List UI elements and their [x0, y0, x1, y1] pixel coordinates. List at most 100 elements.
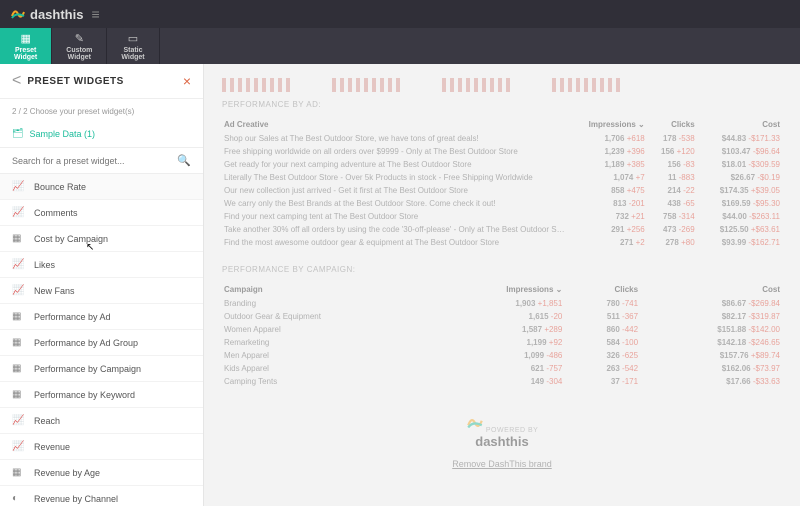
tab-static-widget[interactable]: ▭ StaticWidget	[107, 28, 159, 64]
search-icon[interactable]: 🔍	[177, 154, 191, 167]
row-clicks: 178 -538	[647, 132, 697, 145]
breadcrumb: 2 / 2 Choose your preset widget(s)	[0, 99, 203, 124]
table-row: Remarketing1,199 +92584 -100$142.18 -$24…	[222, 336, 782, 349]
remove-brand-link[interactable]: Remove DashThis brand	[452, 459, 552, 469]
row-clicks: 11 -883	[647, 171, 697, 184]
powered-by-label: POWERED BY	[486, 427, 538, 434]
row-cost: $157.76 +$89.74	[640, 349, 782, 362]
table-row: Get ready for your next camping adventur…	[222, 158, 782, 171]
sample-data-row[interactable]: 🗂 Sample Data (1)	[0, 124, 203, 148]
row-clicks: 278 +80	[647, 236, 697, 249]
row-cost: $93.99 -$162.71	[697, 236, 782, 249]
table-row: Camping Tents149 -30437 -171$17.66 -$33.…	[222, 375, 782, 388]
footer: POWERED BY dashthis Remove DashThis bran…	[222, 414, 782, 469]
widget-item[interactable]: 📈 Revenue	[0, 434, 203, 460]
widget-item[interactable]: 📈New Fans	[0, 278, 203, 304]
row-clicks: 326 -625	[564, 349, 640, 362]
widget-item[interactable]: ▦Cost by Campaign	[0, 226, 203, 252]
menu-icon[interactable]: ≡	[91, 6, 99, 22]
row-clicks: 860 -442	[564, 323, 640, 336]
row-name: Literally The Best Outdoor Store - Over …	[222, 171, 567, 184]
widget-item-label: Revenue	[34, 442, 70, 452]
row-cost: $151.88 -$142.00	[640, 323, 782, 336]
widget-item-label: Performance by Keyword	[34, 390, 135, 400]
grid-icon: ▦	[12, 233, 26, 244]
widget-list: 📈Bounce Rate📈Comments▦Cost by Campaign📈L…	[0, 174, 203, 506]
row-clicks: 37 -171	[564, 375, 640, 388]
row-clicks: 214 -22	[647, 184, 697, 197]
row-clicks: 758 -314	[647, 210, 697, 223]
row-impressions: 291 +256	[567, 223, 647, 236]
row-impressions: 858 +475	[567, 184, 647, 197]
table-row: Literally The Best Outdoor Store - Over …	[222, 171, 782, 184]
table-row: Shop our Sales at The Best Outdoor Store…	[222, 132, 782, 145]
row-name: Find your next camping tent at The Best …	[222, 210, 567, 223]
search-input[interactable]	[12, 156, 177, 166]
widget-item[interactable]: 📈Likes	[0, 252, 203, 278]
row-clicks: 511 -367	[564, 310, 640, 323]
row-cost: $18.01 -$309.59	[697, 158, 782, 171]
widget-item[interactable]: ▦ Revenue by Age	[0, 460, 203, 486]
row-cost: $103.47 -$96.64	[697, 145, 782, 158]
row-impressions: 149 -304	[437, 375, 565, 388]
widget-item-label: Bounce Rate	[34, 182, 86, 192]
col-impressions[interactable]: Impressions ⌄	[437, 282, 565, 297]
footer-logo-icon	[466, 414, 484, 432]
widget-item[interactable]: 📈Reach	[0, 408, 203, 434]
widget-item-label: Revenue by Channel	[34, 494, 118, 504]
section-ad-title: PERFORMANCE BY AD:	[222, 100, 782, 109]
col-impressions[interactable]: Impressions ⌄	[567, 117, 647, 132]
col-cost[interactable]: Cost	[697, 117, 782, 132]
row-name: Kids Apparel	[222, 362, 437, 375]
logo-mark-icon	[10, 6, 26, 22]
row-clicks: 156 +120	[647, 145, 697, 158]
col-cost[interactable]: Cost	[640, 282, 782, 297]
back-icon[interactable]: <	[12, 72, 21, 90]
widget-item[interactable]: ◐Revenue by Channel	[0, 486, 203, 506]
performance-by-ad-table: Ad Creative Impressions ⌄ Clicks Cost Sh…	[222, 117, 782, 249]
widget-item[interactable]: 📈Comments	[0, 200, 203, 226]
row-clicks: 438 -65	[647, 197, 697, 210]
row-name: We carry only the Best Brands at the Bes…	[222, 197, 567, 210]
tab-preset-widget[interactable]: ▦ PresetWidget	[0, 28, 52, 64]
widget-tab-bar: ▦ PresetWidget ✎ CustomWidget ▭ StaticWi…	[0, 28, 800, 64]
row-name: Shop our Sales at The Best Outdoor Store…	[222, 132, 567, 145]
row-cost: $142.18 -$246.65	[640, 336, 782, 349]
col-clicks[interactable]: Clicks	[564, 282, 640, 297]
table-row: Women Apparel1,587 +289860 -442$151.88 -…	[222, 323, 782, 336]
row-impressions: 1,199 +92	[437, 336, 565, 349]
row-name: Outdoor Gear & Equipment	[222, 310, 437, 323]
table-row: Find your next camping tent at The Best …	[222, 210, 782, 223]
widget-item[interactable]: ▦Performance by Ad	[0, 304, 203, 330]
widget-item[interactable]: 📈Bounce Rate	[0, 174, 203, 200]
widget-item[interactable]: ▦Performance by Campaign	[0, 356, 203, 382]
col-clicks[interactable]: Clicks	[647, 117, 697, 132]
section-campaign-title: PERFORMANCE BY CAMPAIGN:	[222, 265, 782, 274]
row-name: Camping Tents	[222, 375, 437, 388]
table-row: Free shipping worldwide on all orders ov…	[222, 145, 782, 158]
row-name: Take another 30% off all orders by using…	[222, 223, 567, 236]
grid-icon: ▦	[12, 467, 26, 478]
row-name: Our new collection just arrived - Get it…	[222, 184, 567, 197]
table-row: Men Apparel1,099 -486326 -625$157.76 +$8…	[222, 349, 782, 362]
row-cost: $86.67 -$269.84	[640, 297, 782, 310]
widget-item[interactable]: ▦ Performance by Keyword	[0, 382, 203, 408]
close-icon[interactable]: ×	[183, 73, 191, 89]
row-impressions: 1,587 +289	[437, 323, 565, 336]
widget-item-label: Revenue by Age	[34, 468, 100, 478]
row-name: Men Apparel	[222, 349, 437, 362]
widget-item[interactable]: ▦Performance by Ad Group	[0, 330, 203, 356]
performance-by-campaign-table: Campaign Impressions ⌄ Clicks Cost Brand…	[222, 282, 782, 388]
grid-icon: ▦	[12, 389, 26, 400]
preset-widgets-panel: < PRESET WIDGETS × 2 / 2 Choose your pre…	[0, 64, 204, 506]
row-name: Branding	[222, 297, 437, 310]
row-name: Remarketing	[222, 336, 437, 349]
row-cost: $82.17 -$319.87	[640, 310, 782, 323]
line-icon: 📈	[12, 441, 26, 452]
row-cost: $174.35 +$39.05	[697, 184, 782, 197]
tab-custom-widget[interactable]: ✎ CustomWidget	[52, 28, 107, 64]
row-clicks: 780 -741	[564, 297, 640, 310]
row-cost: $26.67 -$0.19	[697, 171, 782, 184]
row-cost: $162.06 -$73.97	[640, 362, 782, 375]
row-impressions: 1,189 +385	[567, 158, 647, 171]
